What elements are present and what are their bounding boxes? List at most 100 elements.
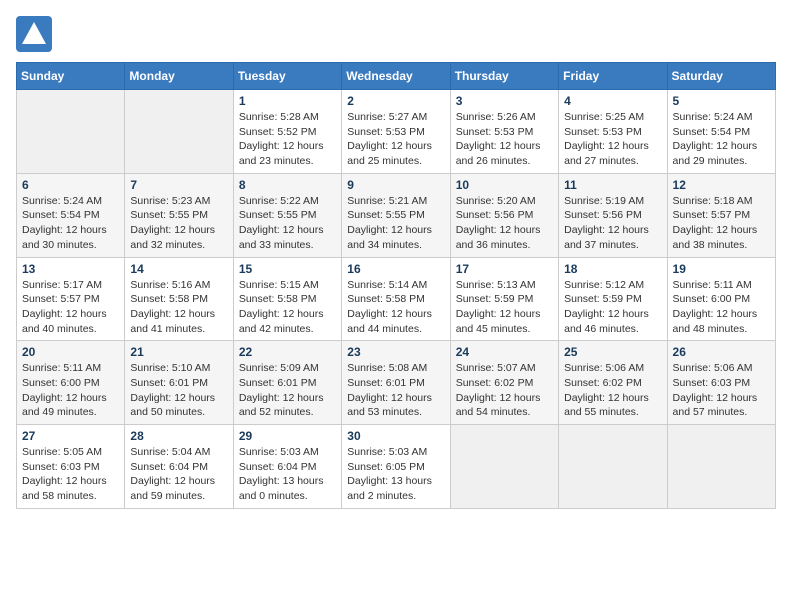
day-number: 29 — [239, 429, 336, 443]
day-info: Sunrise: 5:08 AMSunset: 6:01 PMDaylight:… — [347, 361, 444, 420]
day-info: Sunrise: 5:28 AMSunset: 5:52 PMDaylight:… — [239, 110, 336, 169]
calendar-cell — [667, 425, 775, 509]
day-number: 10 — [456, 178, 553, 192]
day-number: 7 — [130, 178, 227, 192]
week-row-1: 1 Sunrise: 5:28 AMSunset: 5:52 PMDaylight… — [17, 90, 776, 174]
day-info: Sunrise: 5:11 AMSunset: 6:00 PMDaylight:… — [22, 361, 119, 420]
day-number: 21 — [130, 345, 227, 359]
calendar-cell: 13 Sunrise: 5:17 AMSunset: 5:57 PMDayligh… — [17, 257, 125, 341]
calendar-cell — [450, 425, 558, 509]
day-info: Sunrise: 5:15 AMSunset: 5:58 PMDaylight:… — [239, 278, 336, 337]
day-number: 23 — [347, 345, 444, 359]
logo — [16, 16, 56, 52]
calendar-cell: 16 Sunrise: 5:14 AMSunset: 5:58 PMDayligh… — [342, 257, 450, 341]
header — [16, 16, 776, 52]
day-number: 2 — [347, 94, 444, 108]
day-number: 3 — [456, 94, 553, 108]
day-info: Sunrise: 5:06 AMSunset: 6:03 PMDaylight:… — [673, 361, 770, 420]
calendar-cell: 12Sunrise: 5:18 AMSunset: 5:57 PMDayligh… — [667, 173, 775, 257]
calendar-cell: 25Sunrise: 5:06 AMSunset: 6:02 PMDayligh… — [559, 341, 667, 425]
calendar-cell: 8 Sunrise: 5:22 AMSunset: 5:55 PMDaylight… — [233, 173, 341, 257]
header-tuesday: Tuesday — [233, 63, 341, 90]
day-info: Sunrise: 5:21 AMSunset: 5:55 PMDaylight:… — [347, 194, 444, 253]
calendar-cell: 22 Sunrise: 5:09 AMSunset: 6:01 PMDayligh… — [233, 341, 341, 425]
day-number: 16 — [347, 262, 444, 276]
day-info: Sunrise: 5:11 AMSunset: 6:00 PMDaylight:… — [673, 278, 770, 337]
day-info: Sunrise: 5:04 AMSunset: 6:04 PMDaylight:… — [130, 445, 227, 504]
day-number: 14 — [130, 262, 227, 276]
day-number: 1 — [239, 94, 336, 108]
calendar-cell: 30 Sunrise: 5:03 AMSunset: 6:05 PMDayligh… — [342, 425, 450, 509]
day-number: 4 — [564, 94, 661, 108]
day-number: 19 — [673, 262, 770, 276]
header-thursday: Thursday — [450, 63, 558, 90]
day-number: 28 — [130, 429, 227, 443]
header-monday: Monday — [125, 63, 233, 90]
week-row-4: 20 Sunrise: 5:11 AMSunset: 6:00 PMDayligh… — [17, 341, 776, 425]
calendar-cell: 5Sunrise: 5:24 AMSunset: 5:54 PMDaylight… — [667, 90, 775, 174]
calendar-cell: 24Sunrise: 5:07 AMSunset: 6:02 PMDayligh… — [450, 341, 558, 425]
day-info: Sunrise: 5:06 AMSunset: 6:02 PMDaylight:… — [564, 361, 661, 420]
day-number: 17 — [456, 262, 553, 276]
day-info: Sunrise: 5:05 AMSunset: 6:03 PMDaylight:… — [22, 445, 119, 504]
day-info: Sunrise: 5:22 AMSunset: 5:55 PMDaylight:… — [239, 194, 336, 253]
week-row-5: 27 Sunrise: 5:05 AMSunset: 6:03 PMDayligh… — [17, 425, 776, 509]
calendar-cell: 2 Sunrise: 5:27 AMSunset: 5:53 PMDaylight… — [342, 90, 450, 174]
header-sunday: Sunday — [17, 63, 125, 90]
calendar-cell: 14 Sunrise: 5:16 AMSunset: 5:58 PMDayligh… — [125, 257, 233, 341]
day-number: 13 — [22, 262, 119, 276]
day-info: Sunrise: 5:14 AMSunset: 5:58 PMDaylight:… — [347, 278, 444, 337]
calendar-cell: 15Sunrise: 5:15 AMSunset: 5:58 PMDayligh… — [233, 257, 341, 341]
calendar-cell: 9 Sunrise: 5:21 AMSunset: 5:55 PMDaylight… — [342, 173, 450, 257]
day-number: 6 — [22, 178, 119, 192]
day-info: Sunrise: 5:10 AMSunset: 6:01 PMDaylight:… — [130, 361, 227, 420]
calendar-cell: 20 Sunrise: 5:11 AMSunset: 6:00 PMDayligh… — [17, 341, 125, 425]
day-info: Sunrise: 5:24 AMSunset: 5:54 PMDaylight:… — [673, 110, 770, 169]
calendar-cell: 21 Sunrise: 5:10 AMSunset: 6:01 PMDayligh… — [125, 341, 233, 425]
header-saturday: Saturday — [667, 63, 775, 90]
calendar-cell: 7 Sunrise: 5:23 AMSunset: 5:55 PMDaylight… — [125, 173, 233, 257]
day-number: 30 — [347, 429, 444, 443]
calendar-table: SundayMondayTuesdayWednesdayThursdayFrid… — [16, 62, 776, 509]
week-row-2: 6 Sunrise: 5:24 AMSunset: 5:54 PMDaylight… — [17, 173, 776, 257]
day-info: Sunrise: 5:13 AMSunset: 5:59 PMDaylight:… — [456, 278, 553, 337]
calendar-cell: 26Sunrise: 5:06 AMSunset: 6:03 PMDayligh… — [667, 341, 775, 425]
calendar-cell: 19 Sunrise: 5:11 AMSunset: 6:00 PMDayligh… — [667, 257, 775, 341]
calendar-cell: 17 Sunrise: 5:13 AMSunset: 5:59 PMDayligh… — [450, 257, 558, 341]
calendar-cell: 6 Sunrise: 5:24 AMSunset: 5:54 PMDaylight… — [17, 173, 125, 257]
day-info: Sunrise: 5:12 AMSunset: 5:59 PMDaylight:… — [564, 278, 661, 337]
calendar-cell: 1 Sunrise: 5:28 AMSunset: 5:52 PMDaylight… — [233, 90, 341, 174]
day-info: Sunrise: 5:17 AMSunset: 5:57 PMDaylight:… — [22, 278, 119, 337]
day-number: 22 — [239, 345, 336, 359]
logo-icon — [16, 16, 52, 52]
calendar-cell: 18 Sunrise: 5:12 AMSunset: 5:59 PMDayligh… — [559, 257, 667, 341]
calendar-cell: 23 Sunrise: 5:08 AMSunset: 6:01 PMDayligh… — [342, 341, 450, 425]
calendar-cell: 11Sunrise: 5:19 AMSunset: 5:56 PMDayligh… — [559, 173, 667, 257]
day-info: Sunrise: 5:24 AMSunset: 5:54 PMDaylight:… — [22, 194, 119, 253]
calendar-header: SundayMondayTuesdayWednesdayThursdayFrid… — [17, 63, 776, 90]
day-info: Sunrise: 5:07 AMSunset: 6:02 PMDaylight:… — [456, 361, 553, 420]
calendar-cell — [559, 425, 667, 509]
calendar-cell: 4 Sunrise: 5:25 AMSunset: 5:53 PMDaylight… — [559, 90, 667, 174]
day-info: Sunrise: 5:27 AMSunset: 5:53 PMDaylight:… — [347, 110, 444, 169]
calendar-body: 1 Sunrise: 5:28 AMSunset: 5:52 PMDaylight… — [17, 90, 776, 509]
day-number: 12 — [673, 178, 770, 192]
day-info: Sunrise: 5:16 AMSunset: 5:58 PMDaylight:… — [130, 278, 227, 337]
day-number: 18 — [564, 262, 661, 276]
day-info: Sunrise: 5:03 AMSunset: 6:05 PMDaylight:… — [347, 445, 444, 504]
day-number: 20 — [22, 345, 119, 359]
day-info: Sunrise: 5:09 AMSunset: 6:01 PMDaylight:… — [239, 361, 336, 420]
day-number: 9 — [347, 178, 444, 192]
day-info: Sunrise: 5:23 AMSunset: 5:55 PMDaylight:… — [130, 194, 227, 253]
day-number: 8 — [239, 178, 336, 192]
day-info: Sunrise: 5:26 AMSunset: 5:53 PMDaylight:… — [456, 110, 553, 169]
calendar-cell: 29Sunrise: 5:03 AMSunset: 6:04 PMDayligh… — [233, 425, 341, 509]
calendar-cell: 10Sunrise: 5:20 AMSunset: 5:56 PMDayligh… — [450, 173, 558, 257]
day-info: Sunrise: 5:25 AMSunset: 5:53 PMDaylight:… — [564, 110, 661, 169]
day-number: 27 — [22, 429, 119, 443]
calendar-cell: 3 Sunrise: 5:26 AMSunset: 5:53 PMDaylight… — [450, 90, 558, 174]
week-row-3: 13 Sunrise: 5:17 AMSunset: 5:57 PMDayligh… — [17, 257, 776, 341]
calendar-cell — [125, 90, 233, 174]
header-wednesday: Wednesday — [342, 63, 450, 90]
day-info: Sunrise: 5:19 AMSunset: 5:56 PMDaylight:… — [564, 194, 661, 253]
